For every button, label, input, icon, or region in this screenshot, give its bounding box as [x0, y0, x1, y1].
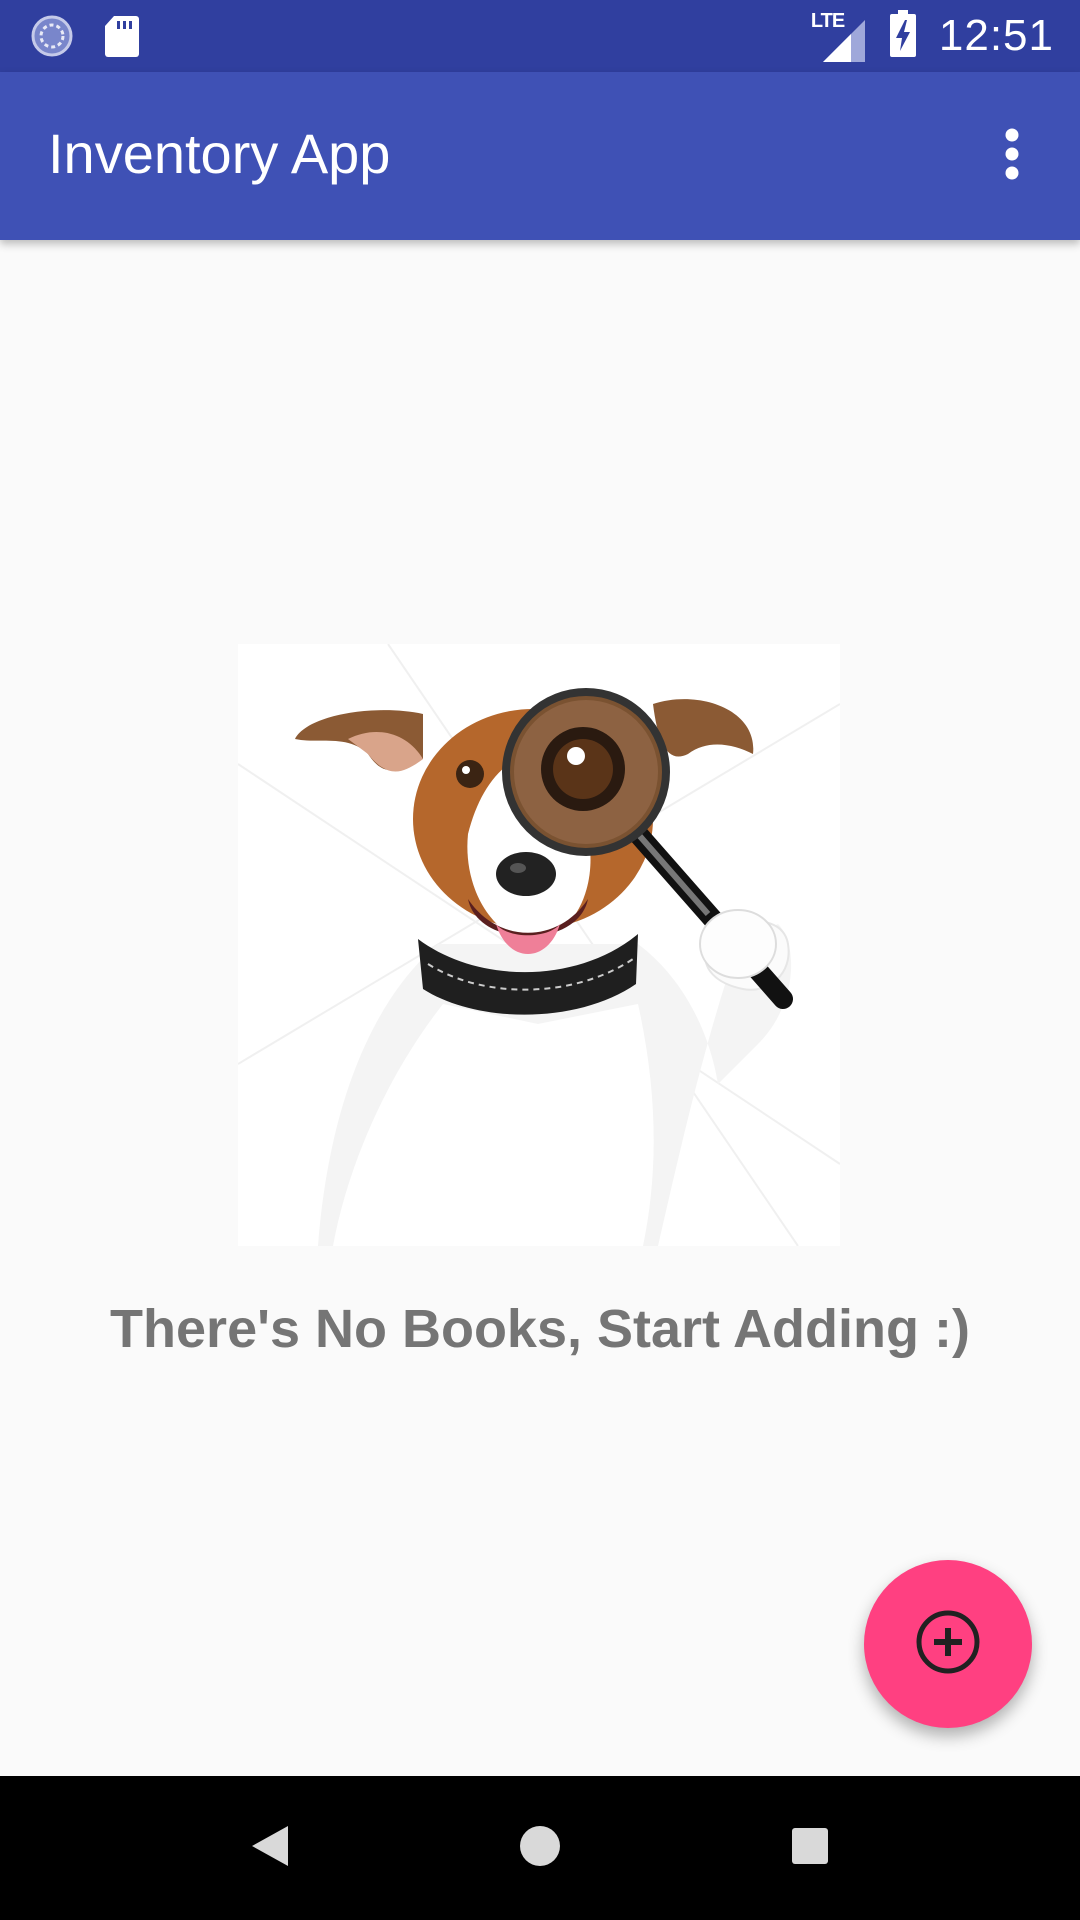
status-time: 12:51: [938, 11, 1054, 60]
more-vert-icon: [1002, 128, 1022, 185]
sd-card-icon: [104, 14, 140, 63]
empty-state-image: [238, 644, 840, 1246]
app-bar: Inventory App: [0, 72, 1080, 240]
empty-view: There's No Books, Start Adding :): [0, 240, 1080, 1776]
recents-icon: [791, 1827, 829, 1870]
overflow-menu-button[interactable]: [964, 108, 1060, 204]
empty-state-message: There's No Books, Start Adding :): [110, 1299, 970, 1359]
app-title: Inventory App: [48, 122, 391, 185]
status-bar: LTE 12:51: [0, 0, 1080, 72]
home-button[interactable]: [490, 1798, 590, 1898]
recents-button[interactable]: [760, 1798, 860, 1898]
home-icon: [519, 1825, 561, 1872]
screen: LTE 12:51 Inventory App There's No Books…: [0, 0, 1080, 1920]
back-button[interactable]: [220, 1798, 320, 1898]
back-icon: [250, 1824, 290, 1873]
navigation-bar: [0, 1776, 1080, 1920]
dog-with-magnifying-glass-illustration: [238, 644, 840, 1246]
add-book-fab[interactable]: [864, 1560, 1032, 1728]
battery-charging-icon: [889, 9, 917, 63]
sync-icon: [30, 14, 74, 63]
add-circle-icon: [914, 1608, 982, 1681]
signal-icon: LTE: [811, 8, 867, 64]
